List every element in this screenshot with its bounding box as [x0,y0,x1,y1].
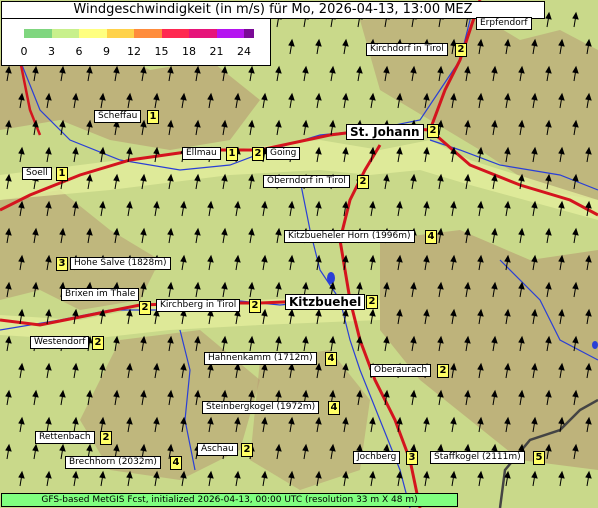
place-label-steinbergkogel[interactable]: Steinbergkogel (1972m) [202,401,320,414]
place-label-soell[interactable]: Soell [22,167,52,180]
scale-swatch [79,29,107,38]
wind-value-kirchdorf: 2 [455,43,467,57]
wind-value-scheffau: 1 [147,110,159,124]
place-label-hohe-salve[interactable]: Hohe Salve (1828m) [70,257,171,270]
scale-swatch [189,29,217,38]
wind-value-westendorf: 2 [92,336,104,350]
wind-value-oberndorf: 2 [357,175,369,189]
scale-swatch [134,29,162,38]
wind-value-ellmau: 1 [226,147,238,161]
wind-value-going: 2 [252,147,264,161]
wind-value-soell: 1 [56,167,68,181]
place-label-hahnenkamm[interactable]: Hahnenkamm (1712m) [204,352,317,365]
scale-tick-label: 18 [182,45,196,58]
wind-map: Windgeschwindigkeit (in m/s) für Mo, 202… [0,0,598,508]
place-label-st-johann[interactable]: St. Johann [346,124,424,140]
scale-swatch [161,29,189,38]
place-label-oberaurach[interactable]: Oberaurach [370,364,432,377]
wind-value-brixen: 2 [139,301,151,315]
wind-value-steinbergkogel: 4 [328,401,340,415]
scale-swatch [106,29,134,38]
scale-swatch [216,29,244,38]
wind-value-st-johann: 2 [427,124,439,138]
place-label-ellmau[interactable]: Ellmau [182,147,221,160]
wind-value-brechhorn: 4 [170,456,182,470]
place-label-oberndorf[interactable]: Oberndorf in Tirol [263,175,350,188]
place-label-brechhorn[interactable]: Brechhorn (2032m) [65,456,161,469]
map-title: Windgeschwindigkeit (in m/s) für Mo, 202… [73,2,473,17]
place-label-erpfendorf[interactable]: Erpfendorf [476,17,532,30]
scale-swatch [51,29,79,38]
wind-speed-scale: 0 3 6 9 12 15 18 21 24 [1,18,271,66]
wind-value-kitzbueheler-horn: 4 [425,230,437,244]
place-label-kitzbueheler-horn[interactable]: Kitzbueheler Horn (1996m) [284,230,415,243]
place-label-kirchdorf[interactable]: Kirchdorf in Tirol [366,43,448,56]
wind-value-oberaurach: 2 [437,364,449,378]
scale-tick-label: 0 [20,45,28,58]
scale-tick-label: 12 [127,45,141,58]
scale-tick-label: 9 [103,45,110,58]
place-label-kitzbuehel[interactable]: Kitzbuehel [285,294,366,310]
scale-swatch [24,29,52,38]
wind-value-hahnenkamm: 4 [325,352,337,366]
scale-tick-label: 3 [48,45,55,58]
place-label-aschau[interactable]: Aschau [197,443,238,456]
place-label-rettenbach[interactable]: Rettenbach [35,431,95,444]
scale-tick-label: 15 [154,45,169,58]
place-label-kirchberg[interactable]: Kirchberg in Tirol [156,299,241,312]
wind-value-hohe-salve: 3 [56,257,68,271]
scale-tick-label: 6 [75,45,83,58]
scale-tick-label: 24 [237,45,251,58]
wind-value-rettenbach: 2 [100,431,112,445]
wind-value-staffkogel: 5 [533,451,545,465]
map-title-bar: Windgeschwindigkeit (in m/s) für Mo, 202… [1,1,545,19]
place-label-staffkogel[interactable]: Staffkogel (2111m) [430,451,525,464]
scale-tick-label: 21 [209,45,224,58]
wind-value-aschau: 2 [241,443,253,457]
wind-value-kirchberg: 2 [249,299,261,313]
wind-value-kitzbuehel: 2 [366,295,378,309]
model-info-footer: GFS-based MetGIS Fcst, initialized 2026-… [1,493,458,507]
scale-swatch [244,29,254,38]
place-label-scheffau[interactable]: Scheffau [94,110,142,123]
wind-value-jochberg: 3 [406,451,418,465]
place-label-going[interactable]: Going [266,147,301,160]
place-label-brixen[interactable]: Brixen im Thale [61,288,140,301]
place-label-westendorf[interactable]: Westendorf [30,336,90,349]
place-label-jochberg[interactable]: Jochberg [353,451,401,464]
